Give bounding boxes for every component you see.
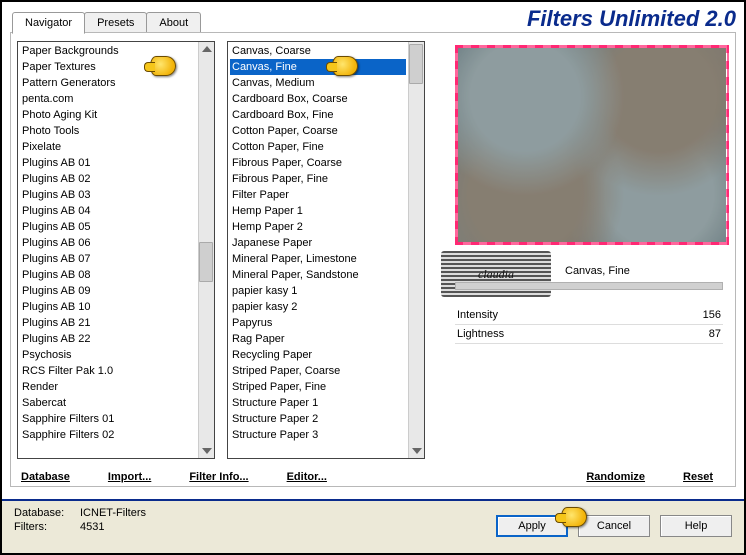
scroll-thumb[interactable] (199, 242, 213, 282)
list-item[interactable]: Hemp Paper 1 (230, 203, 406, 219)
tab-bar: Navigator Presets About (12, 12, 200, 34)
list-item[interactable]: Plugins AB 05 (20, 219, 196, 235)
link-reset[interactable]: Reset (681, 471, 715, 483)
list-item[interactable]: Paper Textures (20, 59, 196, 75)
list-item[interactable]: Striped Paper, Fine (230, 379, 406, 395)
list-item[interactable]: Filter Paper (230, 187, 406, 203)
param-value: 87 (709, 328, 721, 343)
list-item[interactable]: Canvas, Coarse (230, 43, 406, 59)
list-item[interactable]: Plugins AB 10 (20, 299, 196, 315)
list-item[interactable]: Sabercat (20, 395, 196, 411)
list-item[interactable]: Paper Backgrounds (20, 43, 196, 59)
list-item[interactable]: Photo Aging Kit (20, 107, 196, 123)
preview-image (458, 48, 726, 242)
list-item[interactable]: Striped Paper, Coarse (230, 363, 406, 379)
list-item[interactable]: Structure Paper 3 (230, 427, 406, 443)
list-item[interactable]: Plugins AB 21 (20, 315, 196, 331)
param-lightness[interactable]: Lightness 87 (455, 328, 723, 344)
link-filter-info[interactable]: Filter Info... (187, 471, 250, 483)
tab-presets[interactable]: Presets (84, 12, 147, 34)
link-randomize[interactable]: Randomize (584, 471, 647, 483)
list-item[interactable]: penta.com (20, 91, 196, 107)
list-item[interactable]: Rag Paper (230, 331, 406, 347)
list-item[interactable]: Pattern Generators (20, 75, 196, 91)
scroll-thumb[interactable] (409, 44, 423, 84)
list-item[interactable]: Cardboard Box, Coarse (230, 91, 406, 107)
list-item[interactable]: Sapphire Filters 02 (20, 427, 196, 443)
list-item[interactable]: RCS Filter Pak 1.0 (20, 363, 196, 379)
status-bar: Database: ICNET-Filters Filters: 4531 Ap… (2, 499, 744, 553)
list-item[interactable]: papier kasy 2 (230, 299, 406, 315)
help-button[interactable]: Help (660, 515, 732, 537)
tab-about[interactable]: About (146, 12, 201, 34)
link-import[interactable]: Import... (106, 471, 153, 483)
list-item[interactable]: Plugins AB 22 (20, 331, 196, 347)
scrollbar[interactable] (408, 42, 424, 458)
list-item[interactable]: Hemp Paper 2 (230, 219, 406, 235)
list-item[interactable]: Sapphire Filters 01 (20, 411, 196, 427)
list-item[interactable]: Fibrous Paper, Fine (230, 171, 406, 187)
filter-name-bar (455, 282, 723, 290)
cancel-button[interactable]: Cancel (578, 515, 650, 537)
list-item[interactable]: Structure Paper 1 (230, 395, 406, 411)
list-item[interactable]: Pixelate (20, 139, 196, 155)
scrollbar[interactable] (198, 42, 214, 458)
list-item[interactable]: Plugins AB 01 (20, 155, 196, 171)
param-value: 156 (703, 309, 721, 324)
app-title: Filters Unlimited 2.0 (527, 6, 736, 32)
list-item[interactable]: Mineral Paper, Limestone (230, 251, 406, 267)
list-item[interactable]: Canvas, Fine (230, 59, 406, 75)
list-item[interactable]: Recycling Paper (230, 347, 406, 363)
list-item[interactable]: papier kasy 1 (230, 283, 406, 299)
list-item[interactable]: Cotton Paper, Fine (230, 139, 406, 155)
param-intensity[interactable]: Intensity 156 (455, 309, 723, 325)
list-item[interactable]: Structure Paper 2 (230, 411, 406, 427)
link-editor[interactable]: Editor... (285, 471, 329, 483)
list-item[interactable]: Plugins AB 02 (20, 171, 196, 187)
apply-button[interactable]: Apply (496, 515, 568, 537)
tab-navigator[interactable]: Navigator (12, 12, 85, 34)
status-filters-label: Filters: (14, 521, 74, 535)
filter-list[interactable]: Canvas, CoarseCanvas, FineCanvas, Medium… (227, 41, 425, 459)
list-item[interactable]: Photo Tools (20, 123, 196, 139)
watermark-badge: claudia (441, 251, 551, 297)
list-item[interactable]: Plugins AB 03 (20, 187, 196, 203)
list-item[interactable]: Japanese Paper (230, 235, 406, 251)
navigator-panel: Paper BackgroundsPaper TexturesPattern G… (10, 32, 736, 487)
list-item[interactable]: Plugins AB 04 (20, 203, 196, 219)
list-item[interactable]: Plugins AB 09 (20, 283, 196, 299)
list-item[interactable]: Mineral Paper, Sandstone (230, 267, 406, 283)
list-item[interactable]: Canvas, Medium (230, 75, 406, 91)
status-db-value: ICNET-Filters (80, 507, 146, 521)
status-filters-value: 4531 (80, 521, 104, 535)
list-item[interactable]: Fibrous Paper, Coarse (230, 155, 406, 171)
list-item[interactable]: Render (20, 379, 196, 395)
preview-area (455, 45, 729, 245)
list-item[interactable]: Cotton Paper, Coarse (230, 123, 406, 139)
list-item[interactable]: Plugins AB 06 (20, 235, 196, 251)
param-label: Intensity (457, 309, 498, 324)
status-db-label: Database: (14, 507, 74, 521)
link-database[interactable]: Database (19, 471, 72, 483)
param-label: Lightness (457, 328, 504, 343)
list-item[interactable]: Plugins AB 08 (20, 267, 196, 283)
list-item[interactable]: Cardboard Box, Fine (230, 107, 406, 123)
current-filter-label: Canvas, Fine (565, 265, 630, 277)
list-item[interactable]: Papyrus (230, 315, 406, 331)
list-item[interactable]: Plugins AB 07 (20, 251, 196, 267)
category-list[interactable]: Paper BackgroundsPaper TexturesPattern G… (17, 41, 215, 459)
list-item[interactable]: Psychosis (20, 347, 196, 363)
